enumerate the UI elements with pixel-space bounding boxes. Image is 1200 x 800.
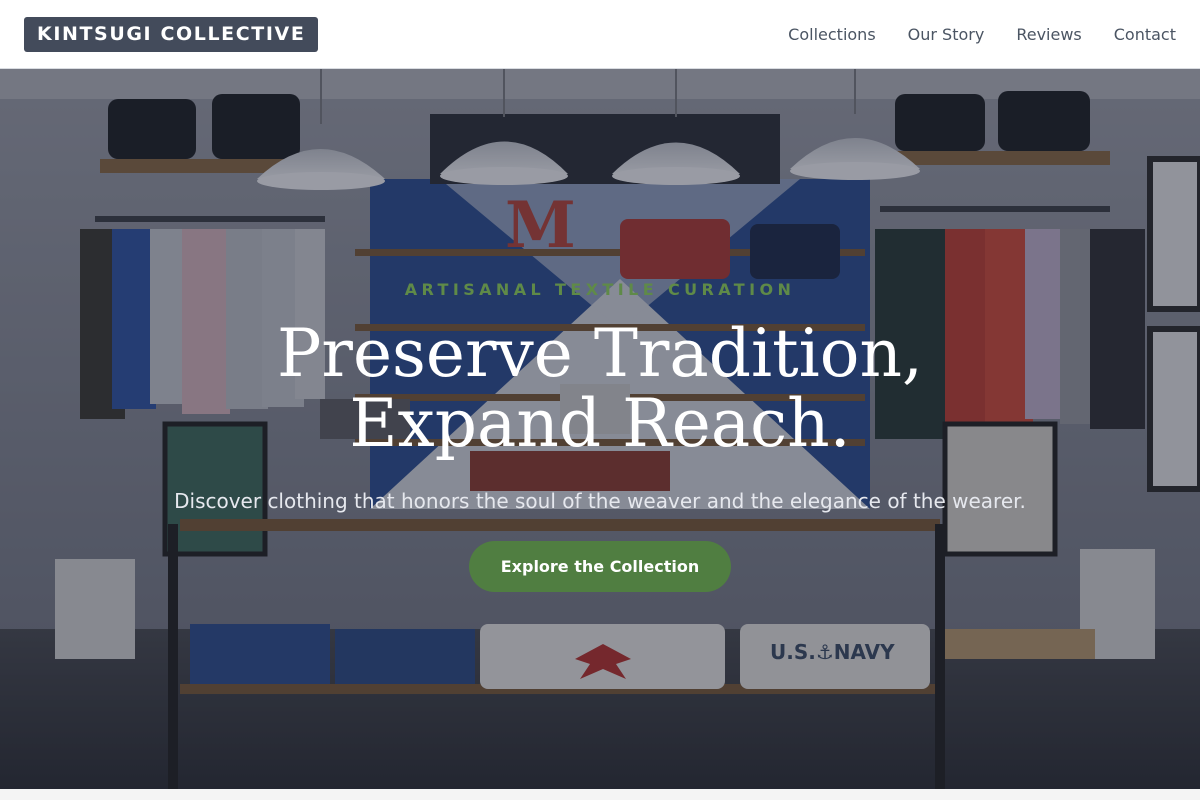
nav-link-collections[interactable]: Collections: [788, 25, 875, 44]
hero-subtitle: Discover clothing that honors the soul o…: [174, 489, 1026, 513]
explore-collection-button[interactable]: Explore the Collection: [469, 541, 731, 592]
hero-section: M U.S.⚓NAVY ARTISANAL TEXTILE CURATION P…: [0, 69, 1200, 789]
brand-logo[interactable]: KINTSUGI COLLECTIVE: [24, 16, 319, 52]
nav-link-reviews[interactable]: Reviews: [1016, 25, 1081, 44]
hero-content: ARTISANAL TEXTILE CURATION Preserve Trad…: [0, 69, 1200, 789]
nav-link-contact[interactable]: Contact: [1114, 25, 1176, 44]
main-nav: Collections Our Story Reviews Contact: [788, 25, 1176, 44]
page-bottom-strip: [0, 789, 1200, 800]
hero-eyebrow: ARTISANAL TEXTILE CURATION: [404, 280, 796, 299]
site-header: KINTSUGI COLLECTIVE Collections Our Stor…: [0, 0, 1200, 69]
hero-headline: Preserve Tradition, Expand Reach.: [277, 315, 923, 462]
nav-link-our-story[interactable]: Our Story: [908, 25, 985, 44]
